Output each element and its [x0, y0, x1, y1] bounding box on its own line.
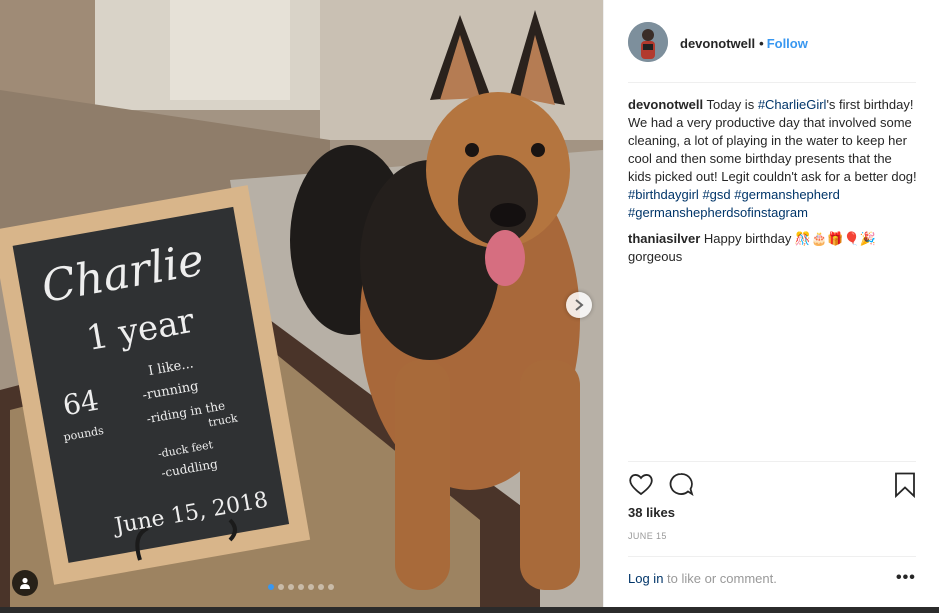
heart-icon [629, 474, 653, 496]
carousel-dot [298, 584, 304, 590]
caption-username[interactable]: devonotwell [628, 97, 703, 112]
comments-list: devonotwell Today is #CharlieGirl's firs… [628, 96, 918, 274]
photo-image: Charlie 1 year 64 pounds I like... -runn… [0, 0, 603, 607]
carousel-indicator [268, 584, 334, 590]
login-prompt: Log in to like or comment. [628, 571, 918, 586]
carousel-dot [308, 584, 314, 590]
login-suffix: to like or comment. [663, 571, 777, 586]
more-options-icon[interactable]: ••• [896, 569, 916, 587]
post-photo[interactable]: Charlie 1 year 64 pounds I like... -runn… [0, 0, 603, 607]
avatar-image [628, 22, 668, 62]
next-photo-button[interactable] [566, 292, 592, 318]
carousel-dot [318, 584, 324, 590]
hashtag-link[interactable]: #germanshepherd [734, 187, 840, 202]
hashtag-link[interactable]: #CharlieGirl [758, 97, 827, 112]
comment-icon [669, 473, 694, 497]
chevron-right-icon [575, 299, 584, 311]
header-user-row: devonotwell • Follow [680, 36, 808, 51]
divider [628, 461, 916, 462]
divider [628, 556, 916, 557]
caption-text-1: Today is [703, 97, 758, 112]
carousel-dot-active [268, 584, 274, 590]
follow-button[interactable]: Follow [767, 36, 808, 51]
header-separator: • [759, 36, 764, 51]
author-username[interactable]: devonotwell [680, 36, 755, 51]
hashtag-link[interactable]: #birthdaygirl [628, 187, 699, 202]
post-header: devonotwell • Follow [604, 0, 939, 82]
hashtag-link[interactable]: #gsd [702, 187, 730, 202]
post-actions [628, 472, 918, 501]
user-tag-icon [20, 577, 30, 589]
post-date[interactable]: JUNE 15 [628, 531, 667, 541]
bottom-backdrop [0, 607, 939, 613]
save-button[interactable] [894, 472, 916, 503]
login-link[interactable]: Log in [628, 571, 663, 586]
like-button[interactable] [628, 472, 654, 501]
bookmark-icon [895, 472, 915, 499]
comment: thaniasilver Happy birthday 🎊🎂🎁🎈🎉 gorgeo… [628, 230, 918, 266]
user-tags-button[interactable] [12, 570, 38, 596]
sign-weight-number: 64 [60, 384, 101, 423]
comment-button[interactable] [668, 472, 694, 501]
caption: devonotwell Today is #CharlieGirl's firs… [628, 96, 918, 222]
hashtag-link[interactable]: #germanshepherdsofinstagram [628, 205, 808, 220]
likes-count[interactable]: 38 likes [628, 505, 675, 520]
divider [628, 82, 916, 83]
comment-username[interactable]: thaniasilver [628, 231, 700, 246]
post-details-panel: devonotwell • Follow devonotwell Today is … [603, 0, 939, 607]
carousel-dot [328, 584, 334, 590]
carousel-dot [278, 584, 284, 590]
avatar[interactable] [628, 22, 668, 62]
carousel-dot [288, 584, 294, 590]
